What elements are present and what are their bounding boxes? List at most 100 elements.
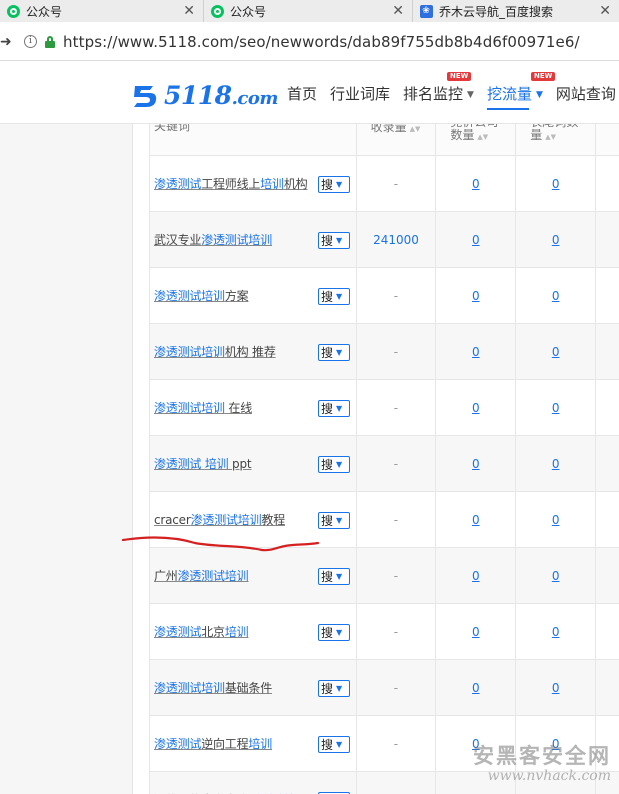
- bid-count-link[interactable]: 0: [472, 177, 480, 191]
- longtail-cell: 0: [516, 211, 597, 268]
- keyword-highlight: 渗透测试培训: [201, 233, 273, 247]
- bid-cell: 0: [436, 659, 517, 716]
- header-keyword[interactable]: 关键词: [150, 124, 357, 155]
- search-dropdown-button[interactable]: 搜▼: [318, 511, 350, 529]
- close-icon[interactable]: ✕: [599, 3, 611, 19]
- keyword-link[interactable]: 广州渗透测试培训: [154, 567, 249, 584]
- keyword-cell: 渗透测试北京培训 搜 ▼: [150, 603, 357, 660]
- caret-down-icon: ▼: [336, 683, 343, 693]
- table-row: 渗透测试培训基础条件搜 ▼ -0 0: [150, 659, 619, 716]
- search-dropdown-button[interactable]: 搜▼: [318, 455, 350, 473]
- nav-item-3[interactable]: 挖流量 ▼ NEW: [486, 72, 556, 110]
- keyword-link[interactable]: 渗透测试培训机构 推荐: [154, 343, 276, 360]
- keyword-link[interactable]: 武汉专业渗透测试培训: [154, 231, 272, 248]
- extra-cell: [596, 548, 619, 604]
- keyword-link[interactable]: 渗透测试培训 在线: [154, 399, 252, 416]
- keyword-highlight: 培训: [224, 625, 249, 639]
- search-dropdown-button[interactable]: 搜▼: [318, 231, 350, 249]
- index-count-cell[interactable]: 241000: [357, 211, 437, 268]
- bid-count-link[interactable]: 0: [472, 625, 480, 639]
- nav-item-2[interactable]: 排名监控 ▼ NEW: [403, 72, 474, 104]
- search-button-label: 搜: [321, 233, 334, 248]
- search-dropdown-button[interactable]: 搜▼: [318, 399, 350, 417]
- nav-item-4[interactable]: 网站查询▼: [556, 83, 619, 104]
- longtail-count-link[interactable]: 0: [552, 177, 560, 191]
- bid-cell: 0: [436, 211, 517, 268]
- longtail-count-link[interactable]: 0: [552, 513, 560, 527]
- table-row: 渗透测试培训方案搜 ▼ -0 0: [150, 267, 619, 324]
- longtail-cell: 0: [516, 323, 597, 380]
- keyword-highlight: 渗透测试培训: [154, 289, 225, 303]
- longtail-count-link[interactable]: 0: [552, 457, 560, 471]
- table-header: 关键词 收录量▲▼ 竞价公司数量▲▼ 长尾词数量▲▼: [150, 124, 619, 156]
- bid-count-link[interactable]: 0: [472, 401, 480, 415]
- header-bid-companies[interactable]: 竞价公司数量▲▼: [436, 124, 517, 155]
- keyword-text: 工程师线上: [201, 177, 261, 191]
- longtail-count-link[interactable]: 0: [552, 569, 560, 583]
- url-field[interactable]: https://www.5118.com/seo/newwords/dab89f…: [63, 33, 580, 51]
- lock-icon[interactable]: [45, 35, 55, 48]
- content-area: 关键词 收录量▲▼ 竞价公司数量▲▼ 长尾词数量▲▼ 渗透测试工程师线上培训机构…: [0, 124, 619, 794]
- search-dropdown-button[interactable]: 搜▼: [318, 175, 350, 193]
- keyword-link[interactable]: cracer渗透测试培训教程: [154, 511, 285, 528]
- close-icon[interactable]: ✕: [392, 3, 404, 19]
- browser-tab-2[interactable]: 公众号 ✕: [204, 0, 413, 22]
- longtail-cell: 0: [516, 155, 597, 212]
- bid-count-link[interactable]: 0: [472, 345, 480, 359]
- search-dropdown-button[interactable]: 搜▼: [318, 623, 350, 641]
- keyword-link[interactable]: 渗透测试培训基础条件: [154, 679, 272, 696]
- close-icon[interactable]: ✕: [183, 3, 195, 19]
- search-dropdown-button[interactable]: 搜▼: [318, 287, 350, 305]
- extra-cell: [596, 380, 619, 436]
- keyword-highlight: 渗透测试: [154, 457, 202, 471]
- back-arrow-icon[interactable]: ➜: [0, 34, 14, 50]
- bid-count-link[interactable]: 0: [472, 681, 480, 695]
- search-dropdown-button[interactable]: 搜▼: [318, 343, 350, 361]
- table-row: 渗透测试北京培训搜 ▼ -0 0: [150, 603, 619, 660]
- bid-count-link[interactable]: 0: [472, 289, 480, 303]
- keyword-cell: 武汉专业渗透测试培训 搜 ▼: [150, 211, 357, 268]
- keyword-link[interactable]: 渗透测试逆向工程培训: [154, 735, 272, 752]
- keyword-link[interactable]: 渗透测试工程师线上培训机构: [154, 175, 308, 192]
- keyword-cell: 深信服信息安全渗透测试培训搜▼: [150, 771, 357, 794]
- search-dropdown-button[interactable]: 搜▼: [318, 735, 350, 753]
- wechat-icon: [210, 4, 224, 18]
- search-dropdown-button[interactable]: 搜▼: [318, 679, 350, 697]
- bid-count-link[interactable]: 0: [472, 233, 480, 247]
- index-count-cell: -: [357, 379, 437, 436]
- longtail-count-link[interactable]: 0: [552, 289, 560, 303]
- longtail-count-link[interactable]: 0: [552, 625, 560, 639]
- wechat-icon: [6, 4, 20, 18]
- longtail-count-link[interactable]: 0: [552, 233, 560, 247]
- bid-cell: 0: [436, 267, 517, 324]
- bid-count-link[interactable]: 0: [472, 457, 480, 471]
- table-row: cracer渗透测试培训教程搜 ▼ -0 0: [150, 491, 619, 548]
- tab-title: 公众号: [230, 4, 267, 19]
- keyword-link[interactable]: 渗透测试 培训 ppt: [154, 455, 252, 472]
- address-bar: ➜ i https://www.5118.com/seo/newwords/da…: [0, 23, 619, 61]
- keyword-link[interactable]: 渗透测试北京培训: [154, 623, 249, 640]
- browser-tab-1[interactable]: 公众号 ✕: [0, 0, 204, 22]
- keyword-highlight: 培训: [248, 737, 273, 751]
- search-dropdown-button[interactable]: 搜▼: [318, 567, 350, 585]
- site-logo[interactable]: 5118.com: [131, 79, 278, 111]
- bid-count-link[interactable]: 0: [472, 569, 480, 583]
- info-icon[interactable]: i: [24, 35, 37, 48]
- keyword-text: 教程: [261, 513, 286, 527]
- longtail-count-link[interactable]: 0: [552, 681, 560, 695]
- bid-count-link[interactable]: 0: [472, 513, 480, 527]
- bid-cell: 0: [436, 547, 517, 604]
- header-longtail[interactable]: 长尾词数量▲▼: [516, 124, 597, 155]
- keyword-table: 关键词 收录量▲▼ 竞价公司数量▲▼ 长尾词数量▲▼ 渗透测试工程师线上培训机构…: [149, 124, 619, 794]
- index-count-cell: -: [357, 323, 437, 380]
- longtail-count-link[interactable]: 0: [552, 401, 560, 415]
- keyword-link[interactable]: 渗透测试培训方案: [154, 287, 249, 304]
- nav-item-1[interactable]: 行业词库: [330, 83, 390, 104]
- nav-item-0[interactable]: 首页: [287, 83, 317, 104]
- caret-down-icon: ▼: [336, 347, 343, 357]
- longtail-cell: 0: [516, 659, 597, 716]
- longtail-count-link[interactable]: 0: [552, 345, 560, 359]
- header-index[interactable]: 收录量 ▲▼: [357, 124, 437, 155]
- browser-tab-3[interactable]: ❀ 乔木云导航_百度搜索 ✕: [413, 0, 619, 22]
- logo-suffix: .com: [231, 87, 279, 109]
